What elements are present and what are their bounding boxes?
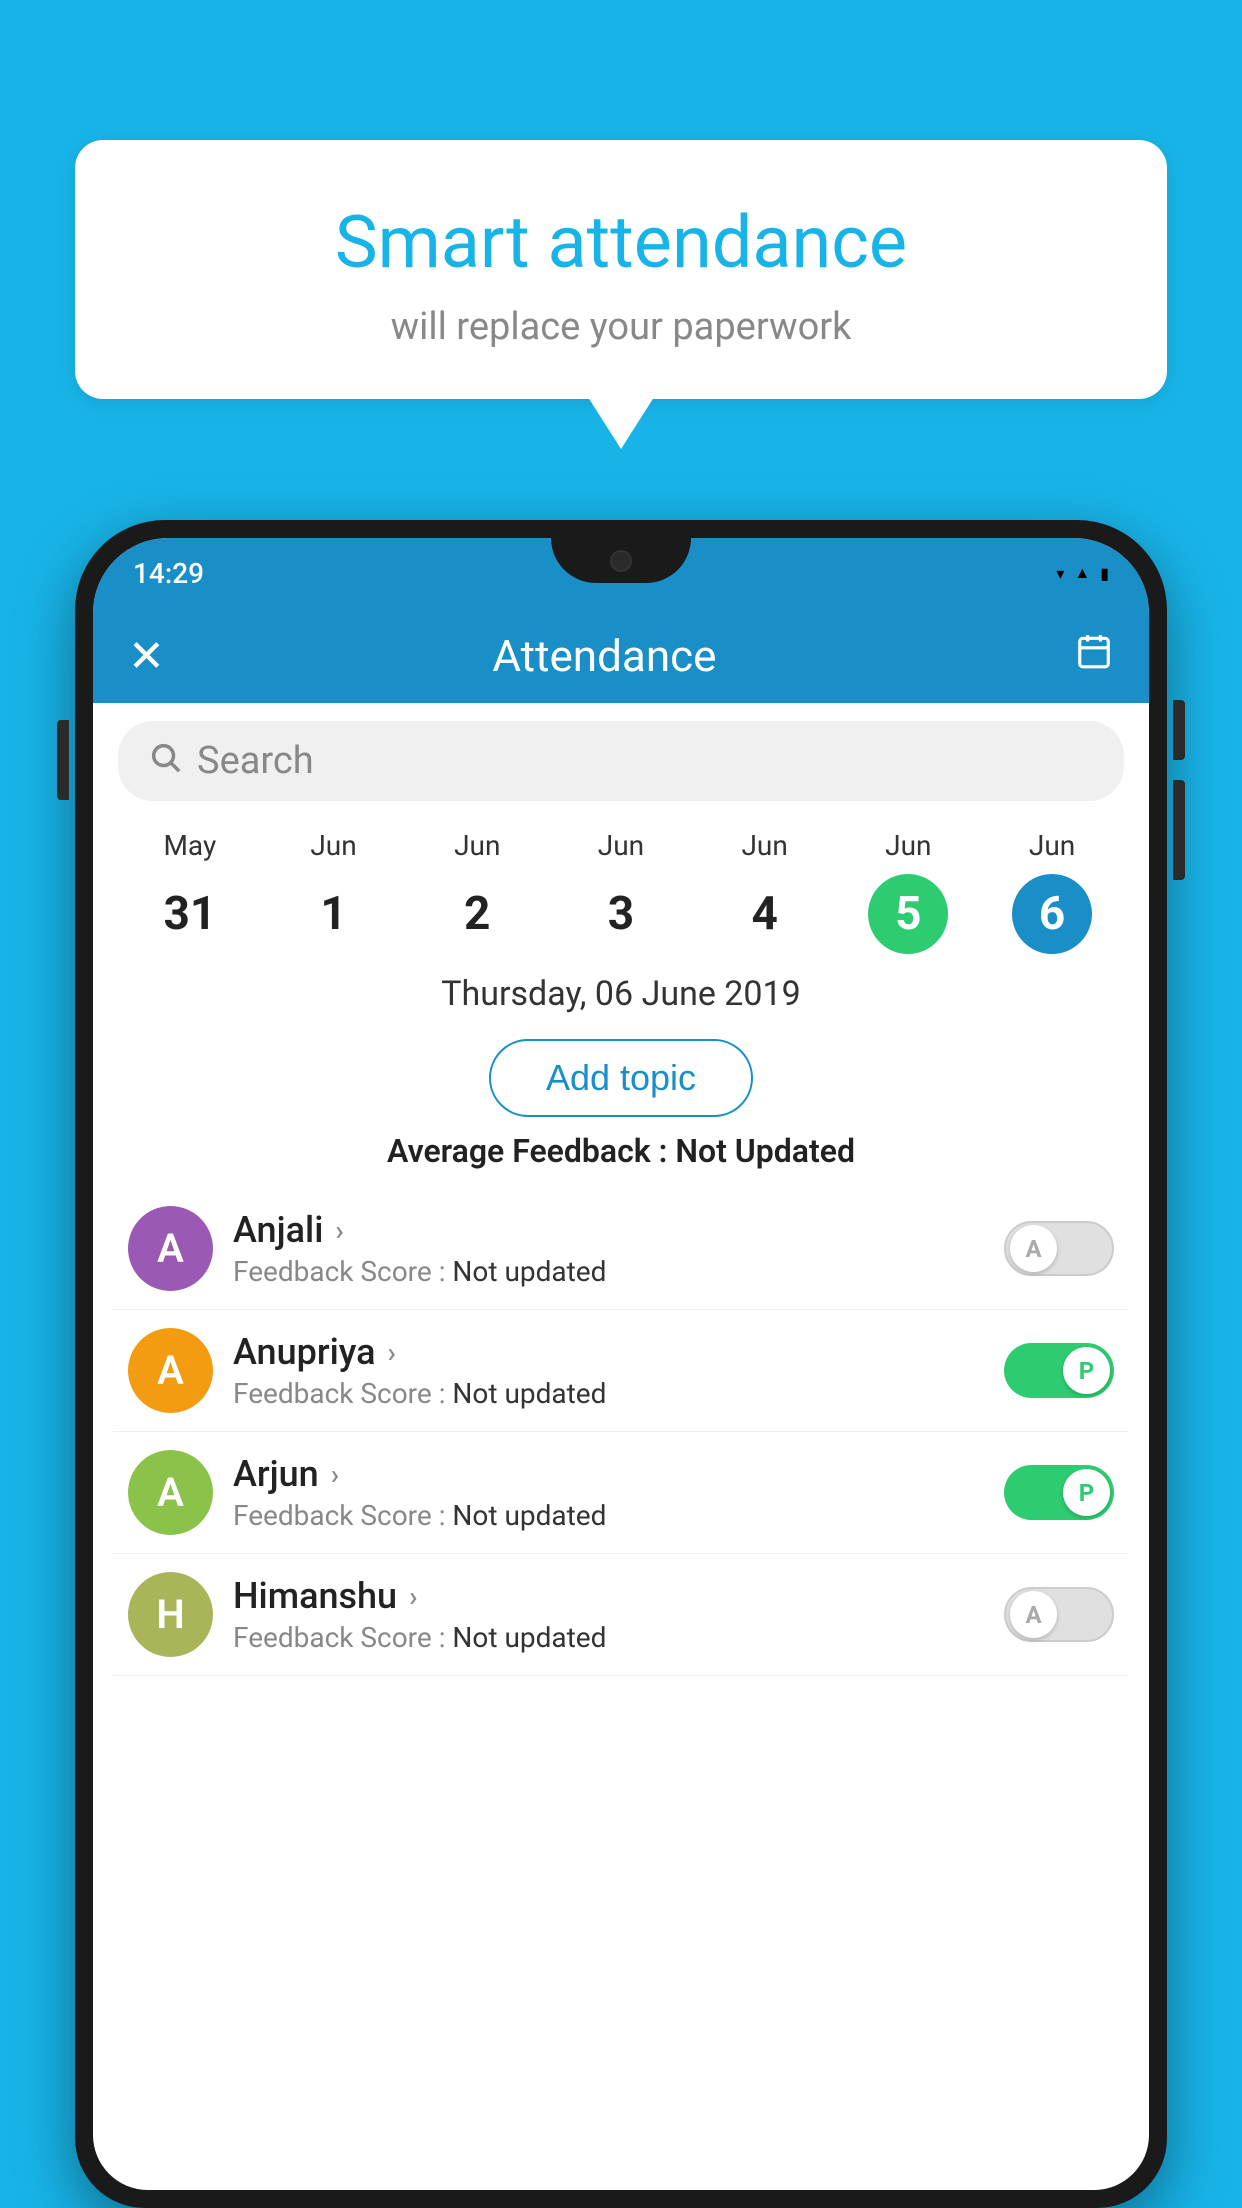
toggle-knob-anupriya: P	[1063, 1347, 1110, 1394]
student-item-anupriya[interactable]: A Anupriya › Feedback Score : Not update…	[113, 1310, 1129, 1432]
cal-day-6[interactable]: Jun 6	[1012, 829, 1092, 954]
toggle-knob-arjun: P	[1063, 1469, 1110, 1516]
app-header: ✕ Attendance	[93, 608, 1149, 703]
toggle-arjun[interactable]: P	[1004, 1465, 1114, 1520]
avg-feedback-label: Average Feedback :	[387, 1132, 675, 1170]
header-title: Attendance	[135, 630, 1074, 682]
cal-day-3[interactable]: Jun 3	[581, 829, 661, 954]
bubble-title: Smart attendance	[125, 200, 1117, 285]
speech-bubble: Smart attendance will replace your paper…	[75, 140, 1167, 399]
calendar-strip: May 31 Jun 1 Jun 2 Jun 3 Jun 4 Jun 5	[93, 819, 1149, 954]
signal-icon: ▲	[1074, 563, 1090, 583]
toggle-knob-anjali: A	[1010, 1225, 1057, 1272]
selected-date: Thursday, 06 June 2019	[93, 954, 1149, 1029]
status-time: 14:29	[133, 557, 204, 590]
cal-day-0[interactable]: May 31	[150, 829, 230, 954]
avg-feedback-value: Not Updated	[675, 1132, 855, 1170]
search-icon	[148, 740, 182, 783]
volume-down-button	[1173, 780, 1185, 880]
wifi-icon: ▾	[1056, 564, 1064, 583]
toggle-knob-himanshu: A	[1010, 1591, 1057, 1638]
student-list: A Anjali › Feedback Score : Not updated …	[93, 1188, 1149, 1676]
feedback-anjali: Feedback Score : Not updated	[233, 1255, 984, 1288]
student-item-arjun[interactable]: A Arjun › Feedback Score : Not updated P	[113, 1432, 1129, 1554]
student-name-arjun: Arjun	[233, 1453, 319, 1495]
status-bar: 14:29 ▾ ▲ ▮	[93, 538, 1149, 608]
feedback-anupriya: Feedback Score : Not updated	[233, 1377, 984, 1410]
student-name-himanshu: Himanshu	[233, 1575, 397, 1617]
avatar-arjun: A	[128, 1450, 213, 1535]
student-item-himanshu[interactable]: H Himanshu › Feedback Score : Not update…	[113, 1554, 1129, 1676]
cal-day-1[interactable]: Jun 1	[294, 829, 374, 954]
calendar-icon[interactable]	[1074, 632, 1114, 680]
battery-icon: ▮	[1100, 564, 1109, 583]
chevron-icon: ›	[388, 1336, 396, 1369]
student-name-anupriya: Anupriya	[233, 1331, 376, 1373]
bubble-subtitle: will replace your paperwork	[125, 305, 1117, 349]
toggle-himanshu[interactable]: A	[1004, 1587, 1114, 1642]
search-bar[interactable]: Search	[118, 721, 1124, 801]
student-info-anjali: Anjali › Feedback Score : Not updated	[213, 1209, 1004, 1288]
search-placeholder: Search	[197, 739, 314, 783]
volume-button	[57, 720, 69, 800]
average-feedback: Average Feedback : Not Updated	[93, 1132, 1149, 1170]
notch	[551, 538, 691, 583]
camera	[610, 550, 632, 572]
feedback-arjun: Feedback Score : Not updated	[233, 1499, 984, 1532]
cal-day-4[interactable]: Jun 4	[725, 829, 805, 954]
toggle-anupriya[interactable]: P	[1004, 1343, 1114, 1398]
avatar-anjali: A	[128, 1206, 213, 1291]
student-item-anjali[interactable]: A Anjali › Feedback Score : Not updated …	[113, 1188, 1129, 1310]
student-info-arjun: Arjun › Feedback Score : Not updated	[213, 1453, 1004, 1532]
toggle-anjali[interactable]: A	[1004, 1221, 1114, 1276]
avatar-anupriya: A	[128, 1328, 213, 1413]
add-topic-button[interactable]: Add topic	[489, 1039, 753, 1117]
phone-screen: 14:29 ▾ ▲ ▮ ✕ Attendance	[93, 538, 1149, 2190]
status-icons: ▾ ▲ ▮	[1056, 563, 1109, 583]
chevron-icon: ›	[409, 1580, 417, 1613]
cal-day-2[interactable]: Jun 2	[437, 829, 517, 954]
feedback-himanshu: Feedback Score : Not updated	[233, 1621, 984, 1654]
phone-frame: 14:29 ▾ ▲ ▮ ✕ Attendance	[75, 520, 1167, 2208]
cal-day-5[interactable]: Jun 5	[868, 829, 948, 954]
chevron-icon: ›	[335, 1214, 343, 1247]
student-name-anjali: Anjali	[233, 1209, 323, 1251]
chevron-icon: ›	[331, 1458, 339, 1491]
student-info-anupriya: Anupriya › Feedback Score : Not updated	[213, 1331, 1004, 1410]
student-info-himanshu: Himanshu › Feedback Score : Not updated	[213, 1575, 1004, 1654]
power-button	[1173, 700, 1185, 760]
avatar-himanshu: H	[128, 1572, 213, 1657]
